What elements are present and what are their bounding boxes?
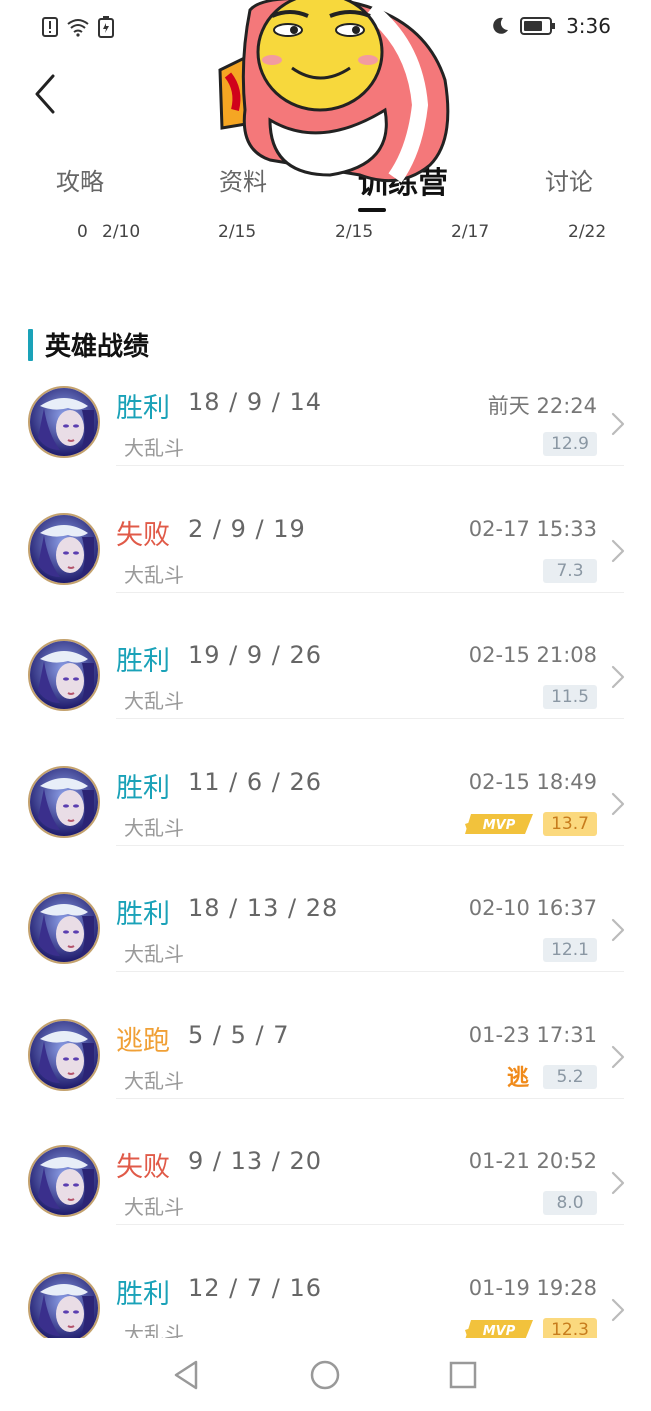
game-mode: 大乱斗 [124,815,184,840]
hero-avatar [28,892,100,964]
escape-badge-icon: 逃 [507,1066,530,1091]
chart-date-axis: 0 2/10 2/15 2/15 2/17 2/22 [0,222,651,252]
status-time: 3:36 [566,14,611,38]
match-datetime: 前天 22:24 [487,394,597,418]
system-nav-bar [0,1338,651,1411]
game-mode: 大乱斗 [124,1068,184,1093]
match-datetime: 02-17 15:33 [468,516,597,541]
alert-icon [42,17,58,37]
match-result: 失败 [116,1152,170,1183]
match-row[interactable]: 胜利 18 / 9 / 14 大乱斗 前天 22:24 12.9 [0,340,651,466]
axis-zero-label: 0 [77,222,88,242]
hero-avatar [28,512,100,585]
game-mode: 大乱斗 [124,689,184,713]
match-result: 胜利 [116,899,170,930]
match-result: 胜利 [116,393,170,424]
nav-back-icon[interactable] [170,1358,204,1392]
match-row[interactable]: 胜利 11 / 6 / 26 大乱斗 02-15 18:49 MVP 13.7 [0,720,651,846]
hero-avatar [28,1018,100,1091]
kda-stats: 18 / 9 / 14 [188,388,323,416]
match-row[interactable]: 胜利 18 / 13 / 28 大乱斗 02-10 16:37 12.1 [0,846,651,972]
game-mode: 大乱斗 [124,436,184,460]
kda-stats: 5 / 5 / 7 [188,1020,290,1049]
chevron-right-icon [611,1298,625,1321]
match-result: 逃跑 [116,1025,170,1057]
back-arrow-icon [35,74,55,114]
nav-home-icon[interactable] [308,1358,342,1392]
mvp-badge: MVP [465,813,533,834]
axis-date-tick: 2/17 [451,222,490,242]
kda-stats: 12 / 7 / 16 [188,1273,323,1302]
game-mode: 大乱斗 [124,1195,184,1219]
chevron-right-icon [611,412,625,436]
battery-charging-icon [98,16,114,38]
kda-stats: 11 / 6 / 26 [188,767,323,796]
match-score: 13.7 [543,811,597,836]
hero-avatar [28,1145,100,1217]
match-result: 胜利 [116,1278,170,1310]
match-score: 8.0 [543,1191,597,1215]
chevron-right-icon [611,1045,625,1068]
hero-avatar [28,639,100,711]
match-row[interactable]: 逃跑 5 / 5 / 7 大乱斗 01-23 17:31 逃 5.2 [0,973,651,1099]
chevron-right-icon [611,792,625,815]
match-result: 失败 [116,519,170,551]
chevron-right-icon [611,1171,625,1195]
match-score: 11.5 [543,685,597,709]
battery-icon [520,17,556,35]
match-row[interactable]: 失败 9 / 13 / 20 大乱斗 01-21 20:52 8.0 [0,1099,651,1225]
tab-discussion[interactable]: 讨论 [545,162,593,197]
match-datetime: 01-19 19:28 [468,1275,597,1300]
axis-date-tick: 2/15 [218,222,257,242]
kda-stats: 2 / 9 / 19 [188,514,306,543]
match-result: 胜利 [116,772,170,804]
match-datetime: 02-15 21:08 [468,643,597,667]
match-row[interactable]: 失败 2 / 9 / 19 大乱斗 02-17 15:33 7.3 [0,467,651,593]
match-row[interactable]: 胜利 12 / 7 / 16 大乱斗 01-19 19:28 MVP 12.3 [0,1226,651,1352]
chevron-right-icon [611,918,625,942]
mvp-badge-text: MVP [483,818,516,833]
chevron-right-icon [611,539,625,562]
hero-avatar [28,1271,100,1344]
match-score: 12.9 [543,432,597,456]
hero-avatar [28,765,100,838]
match-score: 12.1 [543,938,597,962]
escape-badge-text: 逃 [507,1066,530,1091]
match-datetime: 01-21 20:52 [468,1149,597,1173]
moon-icon [493,17,509,34]
game-mode: 大乱斗 [124,562,184,587]
nav-recents-icon[interactable] [446,1358,480,1392]
match-score: 7.3 [543,558,597,583]
kda-stats: 18 / 13 / 28 [188,894,339,922]
status-left-icons [42,16,114,38]
axis-date-tick: 2/22 [568,222,607,242]
match-score: 5.2 [543,1064,597,1089]
match-result: 胜利 [116,646,170,677]
wifi-icon [67,19,89,37]
emoji-sticker [218,0,450,183]
kda-stats: 9 / 13 / 20 [188,1147,323,1175]
match-datetime: 01-23 17:31 [468,1022,597,1047]
chevron-right-icon [611,665,625,689]
axis-date-tick: 2/10 [102,222,141,242]
match-datetime: 02-10 16:37 [468,896,597,920]
game-mode: 大乱斗 [124,942,184,966]
active-tab-indicator [358,208,386,212]
hero-avatar [28,386,100,458]
status-right-icons: 3:36 [490,14,611,38]
match-row[interactable]: 胜利 19 / 9 / 26 大乱斗 02-15 21:08 11.5 [0,593,651,719]
mvp-badge-text: MVP [483,1324,516,1339]
axis-date-tick: 2/15 [335,222,374,242]
match-datetime: 02-15 18:49 [468,769,597,794]
tab-guide[interactable]: 攻略 [56,162,104,197]
back-button[interactable] [22,68,68,120]
kda-stats: 19 / 9 / 26 [188,641,323,669]
